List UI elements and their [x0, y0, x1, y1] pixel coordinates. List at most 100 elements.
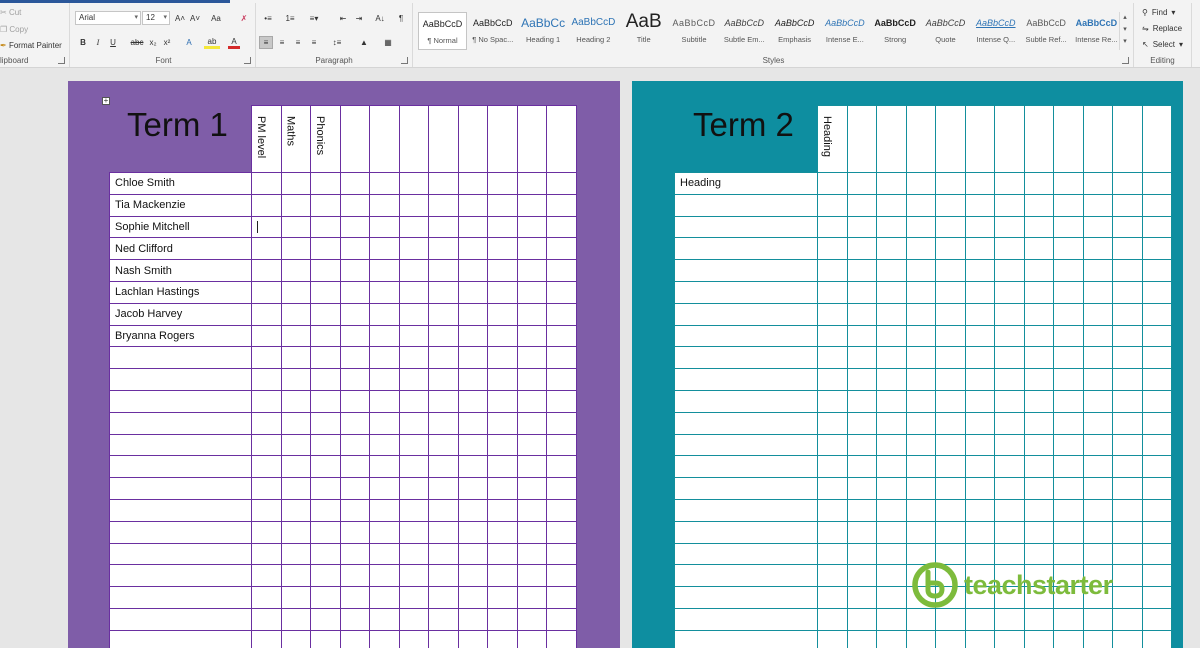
grid-cell[interactable] [487, 433, 518, 457]
grid-cell[interactable] [905, 607, 936, 631]
grid-cell[interactable] [1082, 607, 1113, 631]
grid-cell[interactable] [428, 324, 459, 348]
grid-cell[interactable] [398, 346, 429, 370]
grid-cell[interactable] [1023, 280, 1054, 304]
grid-cell[interactable] [817, 237, 848, 261]
grid-cell[interactable] [1053, 215, 1084, 239]
grid-cell[interactable] [1023, 302, 1054, 326]
grid-cell[interactable] [1053, 520, 1084, 544]
grid-cell[interactable] [1141, 411, 1172, 435]
grid-cell[interactable] [846, 411, 877, 435]
grid-cell[interactable] [905, 520, 936, 544]
grid-cell[interactable] [994, 455, 1025, 479]
grid-cell[interactable] [457, 237, 488, 261]
grid-cell[interactable] [280, 302, 311, 326]
grid-cell[interactable] [398, 586, 429, 609]
grid-cell[interactable] [994, 237, 1025, 261]
column-header-cell[interactable] [369, 105, 400, 174]
grid-cell[interactable] [994, 629, 1025, 648]
column-header-cell[interactable] [935, 105, 966, 174]
grid-cell[interactable] [846, 542, 877, 566]
grid-cell[interactable] [905, 172, 936, 195]
format-painter-button[interactable]: ✒ Format Painter [0, 41, 62, 50]
grid-cell[interactable] [280, 520, 311, 544]
grid-cell[interactable] [1023, 433, 1054, 457]
grid-cell[interactable] [546, 172, 577, 195]
style-tile-9[interactable]: AaBbCcD Strong [871, 12, 920, 50]
grid-cell[interactable] [369, 368, 400, 391]
grid-cell[interactable] [935, 368, 966, 391]
grid-cell[interactable] [935, 172, 966, 195]
grid-cell[interactable] [369, 346, 400, 370]
grid-cell[interactable] [280, 498, 311, 522]
student-name-cell[interactable] [674, 586, 818, 609]
grid-cell[interactable] [516, 498, 547, 522]
grid-cell[interactable] [369, 477, 400, 500]
grid-cell[interactable] [964, 172, 995, 195]
grid-cell[interactable] [457, 455, 488, 479]
column-header-cell[interactable]: Heading [817, 105, 848, 174]
grid-cell[interactable] [905, 193, 936, 217]
grid-cell[interactable] [339, 280, 370, 304]
grid-cell[interactable] [310, 586, 341, 609]
grid-cell[interactable] [994, 498, 1025, 522]
grid-cell[interactable] [1082, 280, 1113, 304]
grid-cell[interactable] [935, 433, 966, 457]
grid-cell[interactable] [846, 259, 877, 282]
grid-cell[interactable] [935, 259, 966, 282]
grid-cell[interactable] [1112, 259, 1143, 282]
grid-cell[interactable] [964, 477, 995, 500]
grid-cell[interactable] [994, 477, 1025, 500]
replace-button[interactable]: ⇋ Replace [1142, 24, 1182, 33]
strikethrough-button[interactable]: abc [129, 36, 145, 49]
grid-cell[interactable] [546, 520, 577, 544]
student-name-cell[interactable]: Chloe Smith [109, 172, 252, 195]
grid-cell[interactable] [1053, 629, 1084, 648]
grid-cell[interactable] [398, 607, 429, 631]
grid-cell[interactable] [964, 411, 995, 435]
column-header-cell[interactable] [1082, 105, 1113, 174]
grid-cell[interactable] [817, 346, 848, 370]
grid-cell[interactable] [428, 498, 459, 522]
grid-cell[interactable] [1023, 607, 1054, 631]
grid-cell[interactable] [964, 324, 995, 348]
grid-cell[interactable] [369, 433, 400, 457]
grid-cell[interactable] [905, 411, 936, 435]
grid-cell[interactable] [546, 542, 577, 566]
grid-cell[interactable] [457, 368, 488, 391]
grid-cell[interactable] [1141, 498, 1172, 522]
grid-cell[interactable] [1082, 346, 1113, 370]
grid-cell[interactable] [994, 215, 1025, 239]
grid-cell[interactable] [876, 346, 907, 370]
grid-cell[interactable] [457, 629, 488, 648]
grid-cell[interactable] [428, 629, 459, 648]
column-header-cell[interactable] [339, 105, 370, 174]
grid-cell[interactable] [1141, 259, 1172, 282]
bullets-icon[interactable]: •≡ [260, 12, 276, 25]
grid-cell[interactable] [398, 259, 429, 282]
grid-cell[interactable] [369, 237, 400, 261]
student-name-cell[interactable] [674, 368, 818, 391]
grid-cell[interactable] [428, 520, 459, 544]
grid-cell[interactable] [935, 629, 966, 648]
font-size-combo[interactable]: 12 ▾ [142, 11, 170, 25]
grid-cell[interactable] [905, 477, 936, 500]
grid-cell[interactable] [487, 498, 518, 522]
style-tile-8[interactable]: AaBbCcD Intense E... [820, 12, 869, 50]
grid-cell[interactable] [546, 389, 577, 413]
grid-cell[interactable] [1023, 324, 1054, 348]
grid-cell[interactable] [817, 368, 848, 391]
column-header-cell[interactable]: Phonics [310, 105, 341, 174]
grid-cell[interactable] [1112, 389, 1143, 413]
grid-cell[interactable] [1023, 411, 1054, 435]
font-color-button[interactable]: A [228, 36, 240, 49]
grid-cell[interactable] [280, 259, 311, 282]
grid-cell[interactable] [546, 433, 577, 457]
grid-cell[interactable] [817, 433, 848, 457]
grid-cell[interactable] [846, 324, 877, 348]
grid-cell[interactable] [876, 302, 907, 326]
grid-cell[interactable] [1082, 520, 1113, 544]
grid-cell[interactable] [546, 411, 577, 435]
grid-cell[interactable] [457, 193, 488, 217]
column-header-cell[interactable] [846, 105, 877, 174]
